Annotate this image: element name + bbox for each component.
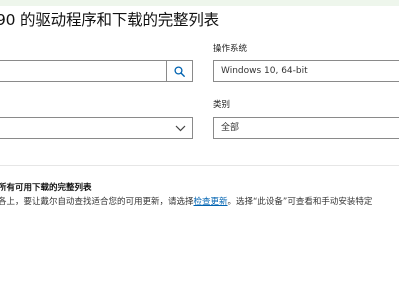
- description-text-before: 各上，要让戴尔自动查找适合您的可用更新，请选择: [0, 197, 194, 207]
- driver-page: 90 的驱动程序和下载的完整列表 操作系统 Windows 10, 64-bit…: [0, 0, 399, 300]
- section-divider: [0, 165, 399, 166]
- os-label: 操作系统: [213, 44, 248, 54]
- keyword-search-input[interactable]: [0, 60, 166, 82]
- os-value: Windows 10, 64-bit: [221, 66, 308, 76]
- description-text-after: 。选择“此设备”可查看和手动安装特定: [227, 197, 373, 207]
- search-button[interactable]: [166, 60, 193, 82]
- check-updates-link[interactable]: 检查更新: [194, 197, 228, 207]
- category-label: 类别: [213, 100, 231, 110]
- category-select[interactable]: 全部: [213, 117, 399, 139]
- os-select[interactable]: Windows 10, 64-bit: [213, 60, 399, 82]
- page-title: 90 的驱动程序和下载的完整列表: [0, 11, 219, 29]
- category-value: 全部: [221, 123, 240, 133]
- search-icon: [174, 65, 185, 77]
- keyword-select[interactable]: [0, 117, 193, 139]
- downloads-section-description: 各上，要让戴尔自动查找适合您的可用更新，请选择检查更新。选择“此设备”可查看和手…: [0, 197, 372, 208]
- downloads-section-title: 所有可用下载的完整列表: [0, 183, 92, 193]
- top-band: [0, 0, 399, 6]
- chevron-down-icon: [175, 125, 186, 132]
